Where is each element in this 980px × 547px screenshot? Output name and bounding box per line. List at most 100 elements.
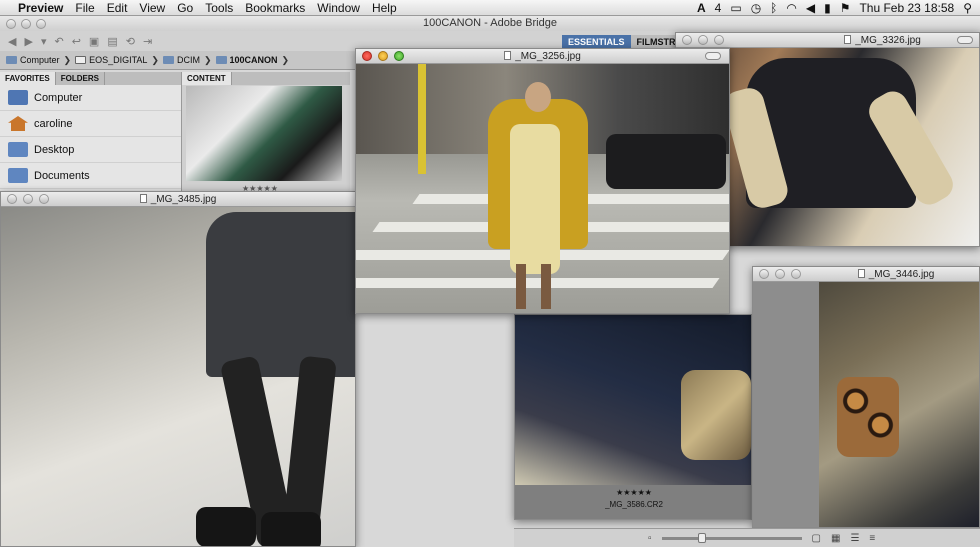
- zoom-button[interactable]: [714, 35, 724, 45]
- thumbnail-filename[interactable]: _MG_3586.CR2: [515, 500, 751, 509]
- minimize-button[interactable]: [698, 35, 708, 45]
- path-eos-digital[interactable]: EOS_DIGITAL: [75, 55, 147, 65]
- window-title-bar[interactable]: _MG_3485.jpg: [1, 192, 355, 207]
- adobe-icon[interactable]: A: [697, 1, 706, 15]
- preview-window-3586[interactable]: ★★★★★ _MG_3586.CR2: [514, 314, 752, 520]
- menu-window[interactable]: Window: [311, 0, 366, 16]
- preview-window-3256[interactable]: _MG_3256.jpg: [355, 48, 730, 314]
- close-button[interactable]: [362, 51, 372, 61]
- bridge-status-bar: ▫ ▢ ▦ ☰ ≡: [514, 528, 980, 547]
- favorite-computer[interactable]: Computer: [0, 85, 181, 111]
- zoom-button[interactable]: [39, 194, 49, 204]
- clock[interactable]: Thu Feb 23 18:58: [859, 1, 954, 15]
- photo-leg: [516, 264, 526, 309]
- battery-icon[interactable]: ▮: [824, 1, 831, 15]
- flag-icon[interactable]: ⚑: [840, 1, 851, 15]
- menu-view[interactable]: View: [133, 0, 171, 16]
- toolbar-toggle-button[interactable]: [705, 52, 721, 60]
- tab-favorites[interactable]: FAVORITES: [0, 72, 56, 85]
- path-separator-icon: ❯: [281, 54, 290, 65]
- folder-icon: [162, 56, 174, 64]
- favorite-desktop[interactable]: Desktop: [0, 137, 181, 163]
- bridge-title: 100CANON - Adobe Bridge: [423, 17, 557, 29]
- wifi-icon[interactable]: ◠: [786, 1, 796, 15]
- open-recent-icon[interactable]: ⟲: [126, 35, 135, 48]
- menu-bookmarks[interactable]: Bookmarks: [239, 0, 311, 16]
- document-icon: [857, 269, 865, 278]
- slider-knob[interactable]: [697, 532, 706, 543]
- zoom-button[interactable]: [36, 19, 46, 29]
- path-label: DCIM: [176, 55, 200, 65]
- output-icon[interactable]: ⇥: [143, 35, 152, 48]
- list-view-icon[interactable]: ≡: [869, 533, 875, 544]
- favorite-home[interactable]: caroline: [0, 111, 181, 137]
- bluetooth-icon[interactable]: ᛒ: [770, 1, 777, 15]
- menu-help[interactable]: Help: [366, 0, 403, 16]
- photo-crosswalk-stripe: [356, 278, 720, 288]
- volume-icon[interactable]: ◀: [806, 1, 815, 15]
- favorite-label: caroline: [34, 117, 73, 130]
- window-title-bar[interactable]: _MG_3326.jpg: [676, 33, 979, 48]
- details-view-icon[interactable]: ☰: [850, 533, 859, 544]
- photo-3256: [356, 64, 729, 313]
- tab-folders[interactable]: FOLDERS: [56, 72, 105, 85]
- photo-head: [525, 82, 551, 112]
- spotlight-icon[interactable]: ⚲: [963, 1, 972, 15]
- grid-view-icon[interactable]: ▦: [831, 533, 840, 544]
- path-separator-icon: ❯: [63, 54, 72, 65]
- toolbar-toggle-button[interactable]: [957, 36, 973, 44]
- favorites-panel: FAVORITES FOLDERS Computer caroline Desk…: [0, 72, 182, 208]
- minimize-button[interactable]: [378, 51, 388, 61]
- minimize-button[interactable]: [23, 194, 33, 204]
- menu-go[interactable]: Go: [171, 0, 199, 16]
- path-computer[interactable]: Computer: [6, 55, 60, 65]
- forward-icon[interactable]: ▶: [24, 35, 32, 48]
- path-label: 100CANON: [229, 55, 278, 65]
- drive-icon: [75, 56, 87, 64]
- refine-icon[interactable]: ▤: [107, 35, 117, 48]
- photo-shoe: [196, 507, 256, 546]
- display-icon[interactable]: ▭: [730, 1, 741, 15]
- close-button[interactable]: [7, 194, 17, 204]
- window-title-bar[interactable]: _MG_3446.jpg: [753, 267, 979, 282]
- content-thumbnail[interactable]: [186, 86, 342, 181]
- path-100canon[interactable]: 100CANON: [215, 55, 278, 65]
- app-menu[interactable]: Preview: [12, 0, 69, 16]
- thumbnail-rating[interactable]: ★★★★★: [515, 488, 751, 497]
- favorite-label: Computer: [34, 91, 83, 104]
- thumbnail-size-slider[interactable]: [661, 532, 802, 543]
- history-chevron-icon[interactable]: ▾: [41, 35, 47, 48]
- workspace-switcher: ESSENTIALS FILMSTRIP: [562, 35, 691, 49]
- zoom-button[interactable]: [791, 269, 801, 279]
- preview-window-3446[interactable]: _MG_3446.jpg: [752, 266, 980, 528]
- path-label: EOS_DIGITAL: [89, 55, 148, 65]
- zoom-out-icon[interactable]: ▫: [648, 533, 652, 544]
- preview-window-3485[interactable]: _MG_3485.jpg: [0, 191, 356, 547]
- menu-file[interactable]: File: [69, 0, 100, 16]
- time-machine-icon[interactable]: ◷: [751, 1, 761, 15]
- minimize-button[interactable]: [775, 269, 785, 279]
- menu-tools[interactable]: Tools: [199, 0, 239, 16]
- folder-icon: [8, 142, 28, 157]
- menu-bar: Preview File Edit View Go Tools Bookmark…: [0, 0, 980, 16]
- adobe-badge: 4: [714, 0, 722, 15]
- zoom-in-icon[interactable]: ▢: [812, 533, 821, 544]
- camera-icon[interactable]: ▣: [89, 35, 99, 48]
- tab-content[interactable]: CONTENT: [182, 72, 232, 85]
- path-dcim[interactable]: DCIM: [162, 55, 200, 65]
- workspace-essentials[interactable]: ESSENTIALS: [562, 35, 631, 49]
- close-button[interactable]: [682, 35, 692, 45]
- return-icon[interactable]: ↶: [54, 35, 63, 48]
- back-icon[interactable]: ◀: [8, 35, 16, 48]
- window-title-bar[interactable]: _MG_3256.jpg: [356, 49, 729, 64]
- menu-edit[interactable]: Edit: [101, 0, 134, 16]
- zoom-button[interactable]: [394, 51, 404, 61]
- photo-3446: [819, 282, 979, 527]
- window-title: _MG_3485.jpg: [150, 194, 217, 205]
- close-button[interactable]: [759, 269, 769, 279]
- favorite-documents[interactable]: Documents: [0, 163, 181, 189]
- minimize-button[interactable]: [21, 19, 31, 29]
- close-button[interactable]: [6, 19, 16, 29]
- boomerang-icon[interactable]: ↩: [72, 35, 81, 48]
- bridge-title-bar[interactable]: 100CANON - Adobe Bridge: [0, 16, 980, 31]
